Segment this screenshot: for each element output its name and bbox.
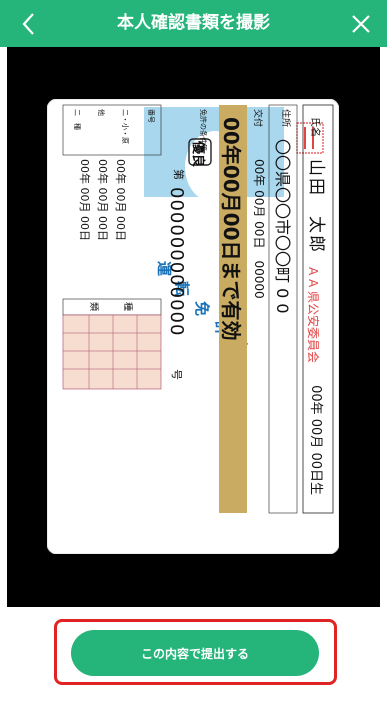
app-header: 本人確認書類を撮影 xyxy=(0,0,387,47)
class-row-1: 二・小・原 xyxy=(121,109,130,144)
number-suffix: 号 xyxy=(170,369,183,380)
close-icon[interactable] xyxy=(347,10,375,38)
excellent-badge: 優良 xyxy=(190,140,206,167)
address-value: 〇〇県〇〇市〇〇町 0 0 xyxy=(273,139,292,314)
address-label: 住所 xyxy=(280,109,292,127)
name-label: 氏名 xyxy=(309,117,322,137)
class-date-2: 00年 00月 00日 xyxy=(96,159,110,241)
submit-highlight: この内容で提出する xyxy=(54,619,337,685)
number-prefix: 第 xyxy=(172,169,186,180)
submit-button[interactable]: この内容で提出する xyxy=(71,630,319,676)
issuer-text: A A 県公安委員会 xyxy=(306,267,321,363)
class-date-3: 00年 00月 00日 xyxy=(78,159,92,241)
type-grid xyxy=(62,314,162,390)
class-row-3: 二 種 xyxy=(73,109,81,130)
issue-label: 交付 xyxy=(252,109,264,127)
number-small-label: 番号 xyxy=(147,109,155,123)
kind-label-2: 類 xyxy=(88,302,99,311)
kind-label-1: 種 xyxy=(122,302,133,311)
license-number: 000000000000 xyxy=(166,187,187,336)
class-date-1: 00年 00月 00日 xyxy=(114,159,128,241)
issue-date: 00年 00月 00日 00000 xyxy=(252,159,266,299)
holder-name: 山田 太郎 xyxy=(306,159,326,254)
class-row-2: 他 xyxy=(97,109,106,116)
valid-until: 00年00月00日まで有効 xyxy=(219,117,243,341)
birth-date: 00年 00月 00日生 xyxy=(308,385,323,495)
title-char: 免 xyxy=(193,301,211,316)
page-title: 本人確認書類を撮影 xyxy=(117,13,270,33)
license-image: A A 県公安委員会 運 転 免 許 証 00年 00月 00日生 氏名 山田 … xyxy=(47,99,339,554)
camera-preview: A A 県公安委員会 運 転 免 許 証 00年 00月 00日生 氏名 山田 … xyxy=(7,47,380,607)
